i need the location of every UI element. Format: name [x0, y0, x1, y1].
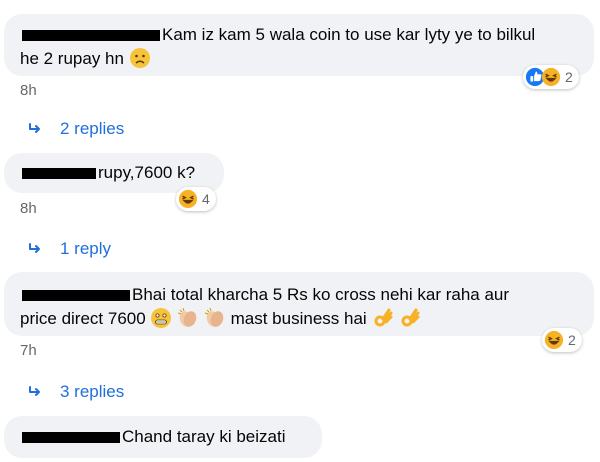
clap-emoji-icon [177, 307, 199, 329]
haha-reaction-icon [178, 189, 198, 209]
comment-timestamp[interactable]: 8h [20, 200, 37, 217]
reaction-count: 4 [202, 191, 210, 207]
comment-text: Bhai total kharcha 5 Rs ko cross nehi ka… [132, 285, 510, 304]
comment-timestamp[interactable]: 8h [20, 82, 37, 99]
comment-text: Kam iz kam 5 wala coin to use kar lyty y… [162, 25, 536, 44]
comment-text: mast business hai [230, 309, 367, 328]
ok-hand-emoji-icon [398, 307, 420, 329]
reaction-summary[interactable]: 2 [523, 65, 579, 89]
reply-arrow-icon [28, 242, 44, 256]
comment-timestamp[interactable]: 7h [20, 342, 37, 359]
comment-bubble: Kam iz kam 5 wala coin to use kar lyty y… [4, 14, 594, 76]
replies-label: 3 replies [60, 382, 125, 401]
redacted-author-name[interactable] [22, 290, 130, 302]
worried-emoji-icon [129, 47, 151, 69]
view-replies-link[interactable]: 2 replies [28, 119, 124, 139]
redacted-author-name[interactable] [22, 30, 160, 42]
replies-label: 1 reply [60, 239, 112, 258]
reply-arrow-icon [28, 385, 44, 399]
comment-bubble: Chand taray ki beizati [4, 416, 322, 458]
clap-emoji-icon [204, 307, 226, 329]
comment-bubble: Bhai total kharcha 5 Rs ko cross nehi ka… [4, 272, 594, 336]
comment-text: Chand taray ki beizati [122, 427, 286, 446]
reaction-summary[interactable]: 4 [176, 187, 216, 211]
comment-text: he 2 rupay hn [20, 49, 124, 68]
comment-text: price direct 7600 [20, 309, 146, 328]
haha-reaction-icon [541, 67, 561, 87]
view-replies-link[interactable]: 1 reply [28, 239, 111, 259]
reaction-count: 2 [568, 332, 576, 348]
replies-label: 2 replies [60, 119, 125, 138]
redacted-author-name[interactable] [22, 168, 96, 180]
comment-text: rupy,7600 k? [98, 163, 196, 182]
view-replies-link[interactable]: 3 replies [28, 382, 124, 402]
ok-hand-emoji-icon [371, 307, 393, 329]
redacted-author-name[interactable] [22, 432, 120, 444]
grimacing-emoji-icon [150, 307, 172, 329]
reaction-count: 2 [565, 69, 573, 85]
reply-arrow-icon [28, 122, 44, 136]
reaction-summary[interactable]: 2 [542, 328, 582, 352]
haha-reaction-icon [544, 330, 564, 350]
